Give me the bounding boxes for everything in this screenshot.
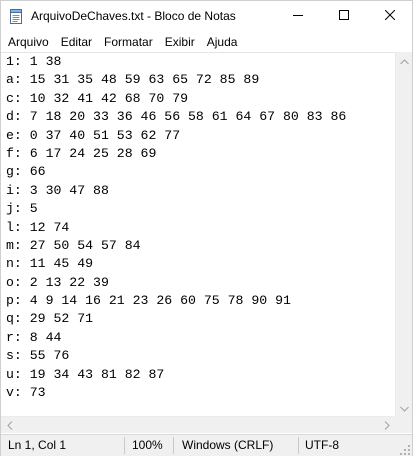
maximize-button[interactable]	[321, 1, 367, 31]
text-line: r: 8 44	[6, 329, 62, 345]
zoom-level: 100%	[132, 438, 163, 452]
text-line: d: 7 18 20 33 36 46 56 58 61 64 67 80 83…	[6, 109, 347, 125]
menu-arquivo[interactable]: Arquivo	[1, 33, 55, 51]
encoding: UTF-8	[305, 438, 339, 452]
scrollbar-corner	[395, 416, 412, 433]
chevron-left-icon	[6, 417, 13, 435]
menu-editar[interactable]: Editar	[55, 33, 98, 51]
chevron-up-icon	[400, 52, 409, 70]
menu-formatar[interactable]: Formatar	[98, 33, 159, 51]
chevron-right-icon	[384, 417, 390, 435]
text-line: p: 4 9 14 16 21 23 26 60 75 78 90 91	[6, 293, 291, 309]
status-divider	[124, 437, 125, 454]
close-icon	[384, 7, 396, 25]
text-line: n: 11 45 49	[6, 256, 94, 272]
text-line: v: 73	[6, 385, 46, 401]
menu-ajuda[interactable]: Ajuda	[201, 33, 244, 51]
maximize-icon	[339, 7, 349, 25]
close-button[interactable]	[367, 1, 413, 31]
menu-bar: Arquivo Editar Formatar Exibir Ajuda	[1, 33, 412, 51]
notepad-icon	[9, 9, 23, 24]
text-line: g: 66	[6, 164, 46, 180]
scroll-up-button[interactable]	[396, 52, 413, 69]
text-line: m: 27 50 54 57 84	[6, 237, 141, 253]
text-line: f: 6 17 24 25 28 69	[6, 145, 157, 161]
text-line: c: 10 32 41 42 68 70 79	[6, 90, 189, 106]
notepad-window: ArquivoDeChaves.txt - Bloco de Notas Arq…	[0, 0, 413, 456]
text-line: e: 0 37 40 51 53 62 77	[6, 127, 181, 143]
text-line: 1: 1 38	[6, 54, 62, 69]
editor-content: 1: 1 38 a: 15 31 35 48 59 63 65 72 85 89…	[1, 53, 395, 402]
status-divider	[298, 437, 299, 454]
text-line: i: 3 30 47 88	[6, 182, 109, 198]
text-line: s: 55 76	[6, 348, 70, 364]
scroll-left-button[interactable]	[1, 417, 18, 434]
title-bar[interactable]: ArquivoDeChaves.txt - Bloco de Notas	[1, 1, 412, 31]
text-line: u: 19 34 43 81 82 87	[6, 366, 165, 382]
line-ending: Windows (CRLF)	[182, 438, 274, 452]
scroll-right-button[interactable]	[378, 417, 395, 434]
menu-exibir[interactable]: Exibir	[159, 33, 201, 51]
vertical-scrollbar[interactable]	[395, 52, 412, 416]
window-title: ArquivoDeChaves.txt - Bloco de Notas	[31, 9, 236, 23]
text-line: j: 5	[6, 201, 38, 217]
minimize-icon	[293, 7, 303, 25]
resize-grip-icon[interactable]	[400, 444, 410, 455]
cursor-position: Ln 1, Col 1	[8, 438, 67, 452]
text-line: a: 15 31 35 48 59 63 65 72 85 89	[6, 72, 260, 88]
status-bar: Ln 1, Col 1 100% Windows (CRLF) UTF-8	[1, 434, 412, 456]
chevron-down-icon	[400, 399, 409, 417]
text-line: l: 12 74	[6, 219, 70, 235]
minimize-button[interactable]	[275, 1, 321, 31]
scroll-down-button[interactable]	[396, 399, 413, 416]
status-divider	[173, 437, 174, 454]
text-line: o: 2 13 22 39	[6, 274, 109, 290]
horizontal-scrollbar[interactable]	[1, 416, 395, 433]
text-line: q: 29 52 71	[6, 311, 94, 327]
text-editor[interactable]: 1: 1 38 a: 15 31 35 48 59 63 65 72 85 89…	[1, 52, 395, 417]
